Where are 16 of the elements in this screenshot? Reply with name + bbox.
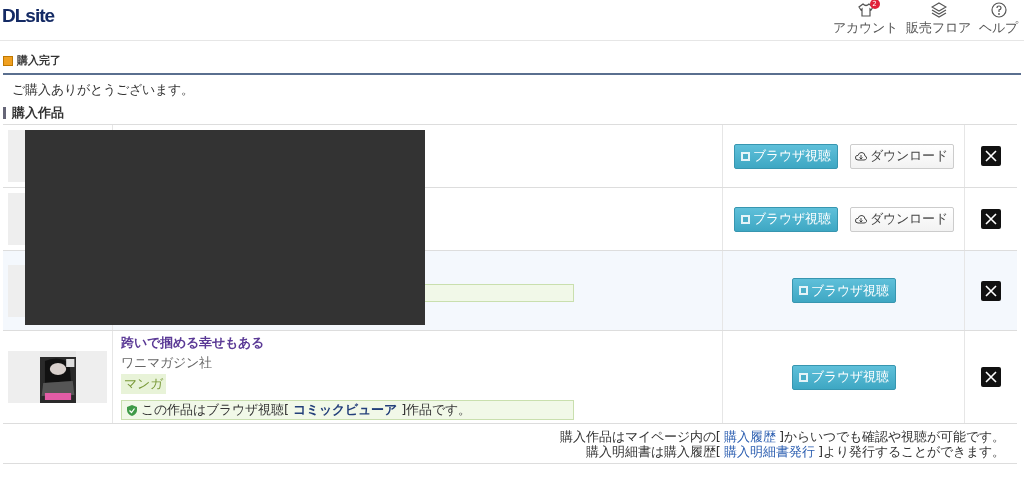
nav-link[interactable]: ヘルプ [979, 1, 1018, 37]
genre-tag: マンガ [121, 374, 166, 394]
history-link[interactable]: 購入履歴 [723, 429, 776, 444]
download-button[interactable]: ダウンロード [849, 143, 954, 169]
footer-note: 購入明細書は購入履歴[ 購入明細書発行 ]より発行することができます。 [585, 444, 1005, 459]
nav-link[interactable]: 販売フロア [906, 1, 971, 37]
notice-text: この作品はブラウザ視聴[ コミックビューア ]作品です。 [141, 401, 472, 419]
footer-note: 購入作品はマイページ内の[ 購入履歴 ]からいつでも確認や視聴が可能です。 [559, 429, 1005, 444]
history-link[interactable]: 購入明細書発行 [723, 444, 815, 459]
page-title: 購入完了 [17, 53, 61, 68]
section-title: 購入作品 [3, 107, 1021, 119]
download-button[interactable]: ダウンロード [849, 206, 954, 232]
maker-name: ワニマガジン社 [121, 354, 212, 372]
thanks-message: ご購入ありがとうございます。 [12, 81, 195, 99]
work-title[interactable]: 跨いで掴める幸せもある [121, 334, 264, 352]
site-logo[interactable]: DLsite [2, 5, 55, 27]
